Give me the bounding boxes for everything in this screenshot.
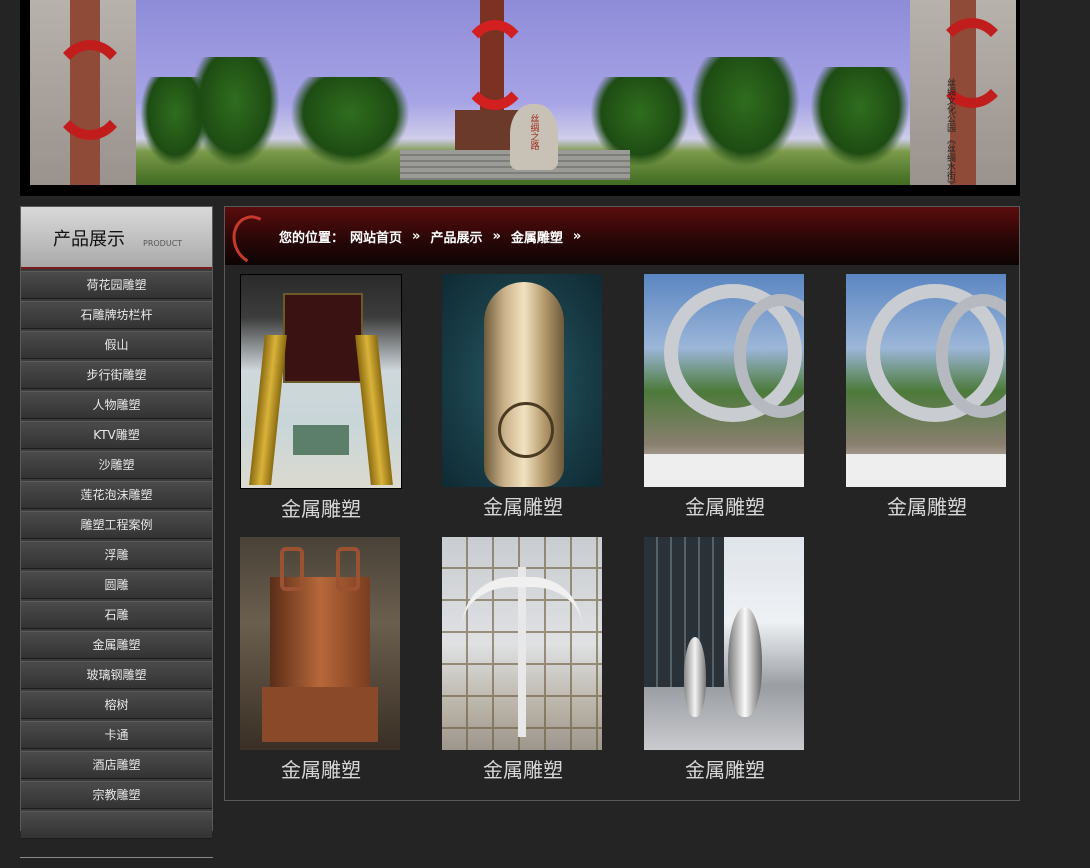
- product-card: 金属雕塑: [240, 274, 402, 522]
- breadcrumb-bar: 您的位置： 网站首页 » 产品展示 » 金属雕塑 »: [225, 207, 1019, 271]
- breadcrumb-prefix: 您的位置：: [279, 231, 345, 246]
- sidebar-item-cartoon[interactable]: 卡通: [21, 721, 212, 749]
- sidebar-item-empty: [21, 811, 212, 839]
- banner-side-text: 丝绸文化公园 《丝绸水街》: [945, 78, 955, 185]
- breadcrumb-separator-icon: »: [412, 229, 421, 244]
- breadcrumb-separator-icon: »: [492, 229, 501, 244]
- product-caption[interactable]: 金属雕塑: [442, 754, 604, 783]
- sidebar-item-fiberglass[interactable]: 玻璃钢雕塑: [21, 661, 212, 689]
- category-menu: 荷花园雕塑 石雕牌坊栏杆 假山 步行街雕塑 人物雕塑 KTV雕塑 沙雕塑 莲花泡…: [21, 271, 212, 839]
- product-card: 金属雕塑: [240, 537, 402, 783]
- product-caption[interactable]: 金属雕塑: [240, 493, 402, 522]
- sidebar-item-stone[interactable]: 石雕: [21, 601, 212, 629]
- stone-inscription: 丝绸之路: [528, 114, 539, 150]
- banner-left-panel: [30, 0, 136, 185]
- sidebar-item-lotus-garden[interactable]: 荷花园雕塑: [21, 271, 212, 299]
- breadcrumb: 您的位置： 网站首页 » 产品展示 » 金属雕塑 »: [279, 227, 585, 246]
- breadcrumb-metal-link[interactable]: 金属雕塑: [511, 227, 563, 246]
- banner-stone: 丝绸之路: [510, 104, 558, 170]
- product-card: 金属雕塑: [846, 274, 1008, 520]
- product-card: 金属雕塑: [442, 274, 604, 520]
- sidebar-item-round[interactable]: 圆雕: [21, 571, 212, 599]
- product-card: 金属雕塑: [442, 537, 604, 783]
- product-image[interactable]: [442, 274, 602, 487]
- product-caption[interactable]: 金属雕塑: [240, 754, 402, 783]
- sidebar-title: 产品展示: [53, 229, 125, 250]
- product-image[interactable]: [442, 537, 602, 750]
- banner-right-panel: 丝绸文化公园 《丝绸水街》: [910, 0, 1016, 185]
- sidebar-subtitle: PRODUCT: [143, 239, 183, 248]
- sidebar-item-stone-archway[interactable]: 石雕牌坊栏杆: [21, 301, 212, 329]
- product-image[interactable]: [240, 537, 400, 750]
- banner-photo: 丝绸之路 丝绸文化公园 《丝绸水街》: [30, 0, 1016, 185]
- sidebar-item-religious[interactable]: 宗教雕塑: [21, 781, 212, 809]
- breadcrumb-separator-icon: »: [572, 229, 582, 244]
- product-image[interactable]: [240, 274, 402, 489]
- sidebar-item-relief[interactable]: 浮雕: [21, 541, 212, 569]
- sidebar-second-box-edge: [20, 857, 213, 868]
- sidebar-item-hotel[interactable]: 酒店雕塑: [21, 751, 212, 779]
- breadcrumb-home-link[interactable]: 网站首页: [350, 227, 402, 246]
- product-sidebar: 产品展示 PRODUCT 荷花园雕塑 石雕牌坊栏杆 假山 步行街雕塑 人物雕塑 …: [20, 206, 213, 839]
- sidebar-item-figure[interactable]: 人物雕塑: [21, 391, 212, 419]
- sidebar-item-project-cases[interactable]: 雕塑工程案例: [21, 511, 212, 539]
- sidebar-header: 产品展示 PRODUCT: [21, 207, 212, 269]
- sidebar-item-ktv[interactable]: KTV雕塑: [21, 421, 212, 449]
- product-card: 金属雕塑: [644, 537, 806, 783]
- sidebar-item-sand[interactable]: 沙雕塑: [21, 451, 212, 479]
- product-image[interactable]: [846, 274, 1006, 487]
- product-caption[interactable]: 金属雕塑: [846, 491, 1008, 520]
- product-caption[interactable]: 金属雕塑: [644, 491, 806, 520]
- sidebar-item-rockery[interactable]: 假山: [21, 331, 212, 359]
- header-banner: 丝绸之路 丝绸文化公园 《丝绸水街》: [20, 0, 1020, 196]
- product-caption[interactable]: 金属雕塑: [442, 491, 604, 520]
- product-caption[interactable]: 金属雕塑: [644, 754, 806, 783]
- sidebar-item-banyan[interactable]: 榕树: [21, 691, 212, 719]
- product-panel: 您的位置： 网站首页 » 产品展示 » 金属雕塑 » 金属雕塑 金属雕塑 金属雕…: [224, 206, 1020, 801]
- sidebar-item-lotus-foam[interactable]: 莲花泡沫雕塑: [21, 481, 212, 509]
- sidebar-item-metal[interactable]: 金属雕塑: [21, 631, 212, 659]
- breadcrumb-products-link[interactable]: 产品展示: [430, 227, 482, 246]
- product-image[interactable]: [644, 274, 804, 487]
- swirl-logo-icon: [225, 209, 283, 271]
- product-card: 金属雕塑: [644, 274, 806, 520]
- sidebar-item-pedestrian-street[interactable]: 步行街雕塑: [21, 361, 212, 389]
- product-image[interactable]: [644, 537, 804, 750]
